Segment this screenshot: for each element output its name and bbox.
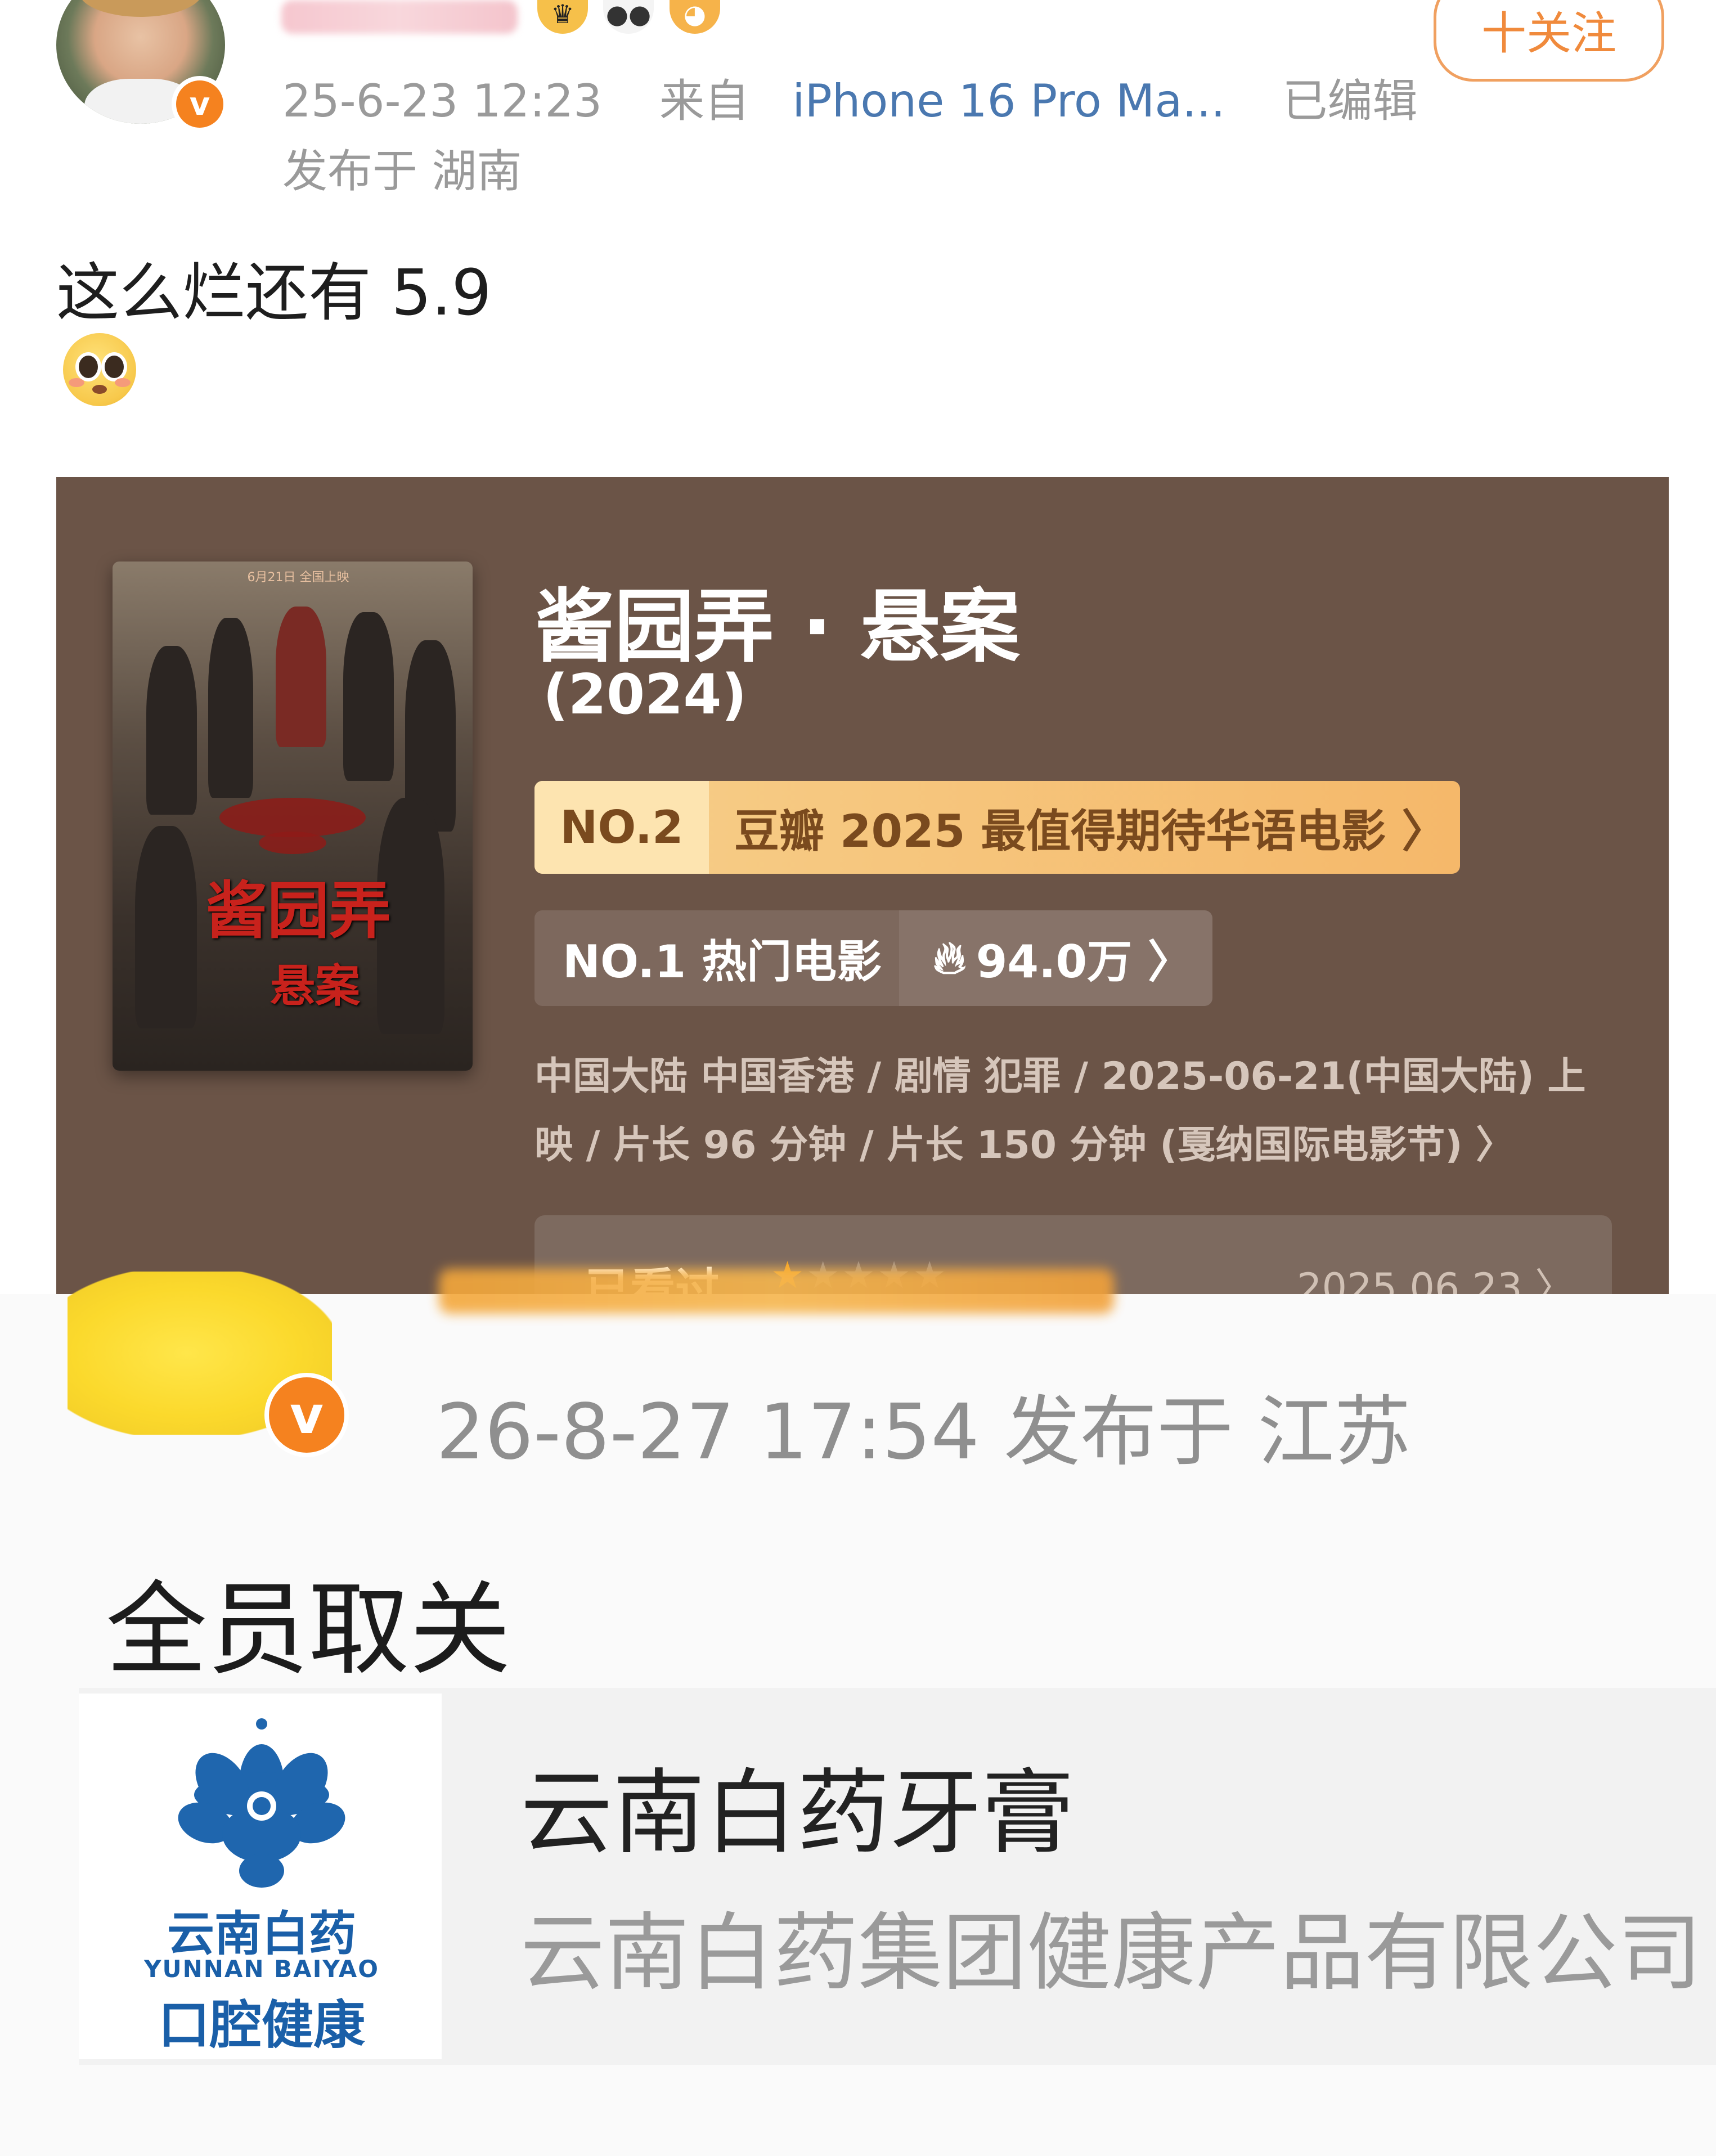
poster-subtitle: 悬案 — [270, 959, 360, 1012]
flushed-face-icon — [63, 333, 136, 406]
username-blurred[interactable] — [439, 1269, 1114, 1314]
crown-badge-icon: ♛ — [537, 0, 588, 34]
username-blurred[interactable] — [281, 0, 518, 34]
flame-icon: 🔥︎ — [933, 932, 966, 984]
post-meta: 26-8-27 17:54 发布于 江苏 — [436, 1388, 1411, 1477]
seen-date: 2025.06.23 〉 — [1297, 1265, 1575, 1294]
logo-english-text: YUNNAN BAIYAO — [144, 1955, 379, 1983]
verified-badge-icon: v — [172, 76, 228, 132]
edited-label[interactable]: 已编辑 — [1282, 75, 1417, 127]
fox-badge-icon: ◕ — [670, 0, 720, 34]
post-timestamp[interactable]: 25-6-23 12:23 — [282, 75, 602, 127]
rank-number: NO.2 — [534, 781, 709, 874]
logo-chinese-text: 云南白药 — [167, 1906, 356, 1961]
weibo-post-1: v ♛ ●● ◕ 25-6-23 12:23 来自 iPhone 16 Pro … — [0, 0, 1716, 1294]
lotus-logo-icon — [178, 1718, 345, 1888]
ad-subtitle: 云南白药集团健康产品有限公司 — [520, 1905, 1702, 2002]
rank-label: 豆瓣 2025 最值得期待华语电影 〉 — [734, 805, 1447, 857]
weibo-post-2: v 26-8-27 17:54 发布于 江苏 全员取关 云南白药 YUNNAN … — [0, 1269, 1716, 2156]
ad-title[interactable]: 云南白药牙膏 — [520, 1739, 1074, 1872]
movie-title[interactable]: 酱园弄 · 悬案 — [534, 562, 1020, 677]
movie-card[interactable]: 6月21日 全国上映 酱园弄 悬案 酱园弄 · 悬案 (2024) NO.2 豆… — [56, 477, 1669, 1294]
movie-poster[interactable]: 6月21日 全国上映 酱园弄 悬案 — [113, 562, 473, 1071]
source-prefix: 来自 — [659, 75, 749, 127]
post-text: 这么烂还有 5.9 — [56, 257, 492, 330]
heat-value: 94.0万 〉 — [976, 936, 1193, 988]
poster-release-text: 6月21日 全国上映 — [247, 571, 349, 585]
movie-info-line-2: 映 / 片长 96 分钟 / 片长 150 分钟 (戛纳国际电影节) 〉 — [534, 1123, 1515, 1167]
movie-info-line-1: 中国大陆 中国香港 / 剧情 犯罪 / 2025-06-21(中国大陆) 上 — [534, 1054, 1586, 1099]
heat-count: 🔥︎ 94.0万 〉 — [899, 910, 1212, 1006]
follow-button[interactable]: 十关注 — [1434, 0, 1664, 82]
hot-rank-number: NO.1 热门电影 — [563, 936, 882, 988]
post-location: 发布于 湖南 — [282, 145, 522, 197]
post-text: 全员取关 — [106, 1571, 511, 1689]
source-device-link[interactable]: iPhone 16 Pro Ma... — [792, 75, 1225, 127]
douban-rank-banner[interactable]: NO.2 豆瓣 2025 最值得期待华语电影 〉 — [534, 781, 1460, 874]
post-meta: 25-6-23 12:23 来自 iPhone 16 Pro Ma... 已编辑 — [282, 65, 1417, 130]
movie-info[interactable]: 中国大陆 中国香港 / 剧情 犯罪 / 2025-06-21(中国大陆) 上 映… — [534, 1043, 1654, 1180]
panda-badge-icon: ●● — [603, 0, 654, 34]
movie-year: (2024) — [543, 663, 747, 727]
poster-title: 酱园弄 — [205, 874, 391, 947]
verified-badge-icon: v — [264, 1373, 349, 1457]
hot-movie-rank[interactable]: NO.1 热门电影 🔥︎ 94.0万 〉 — [534, 910, 1212, 1006]
logo-sub-text: 口腔健康 — [158, 1995, 365, 2055]
